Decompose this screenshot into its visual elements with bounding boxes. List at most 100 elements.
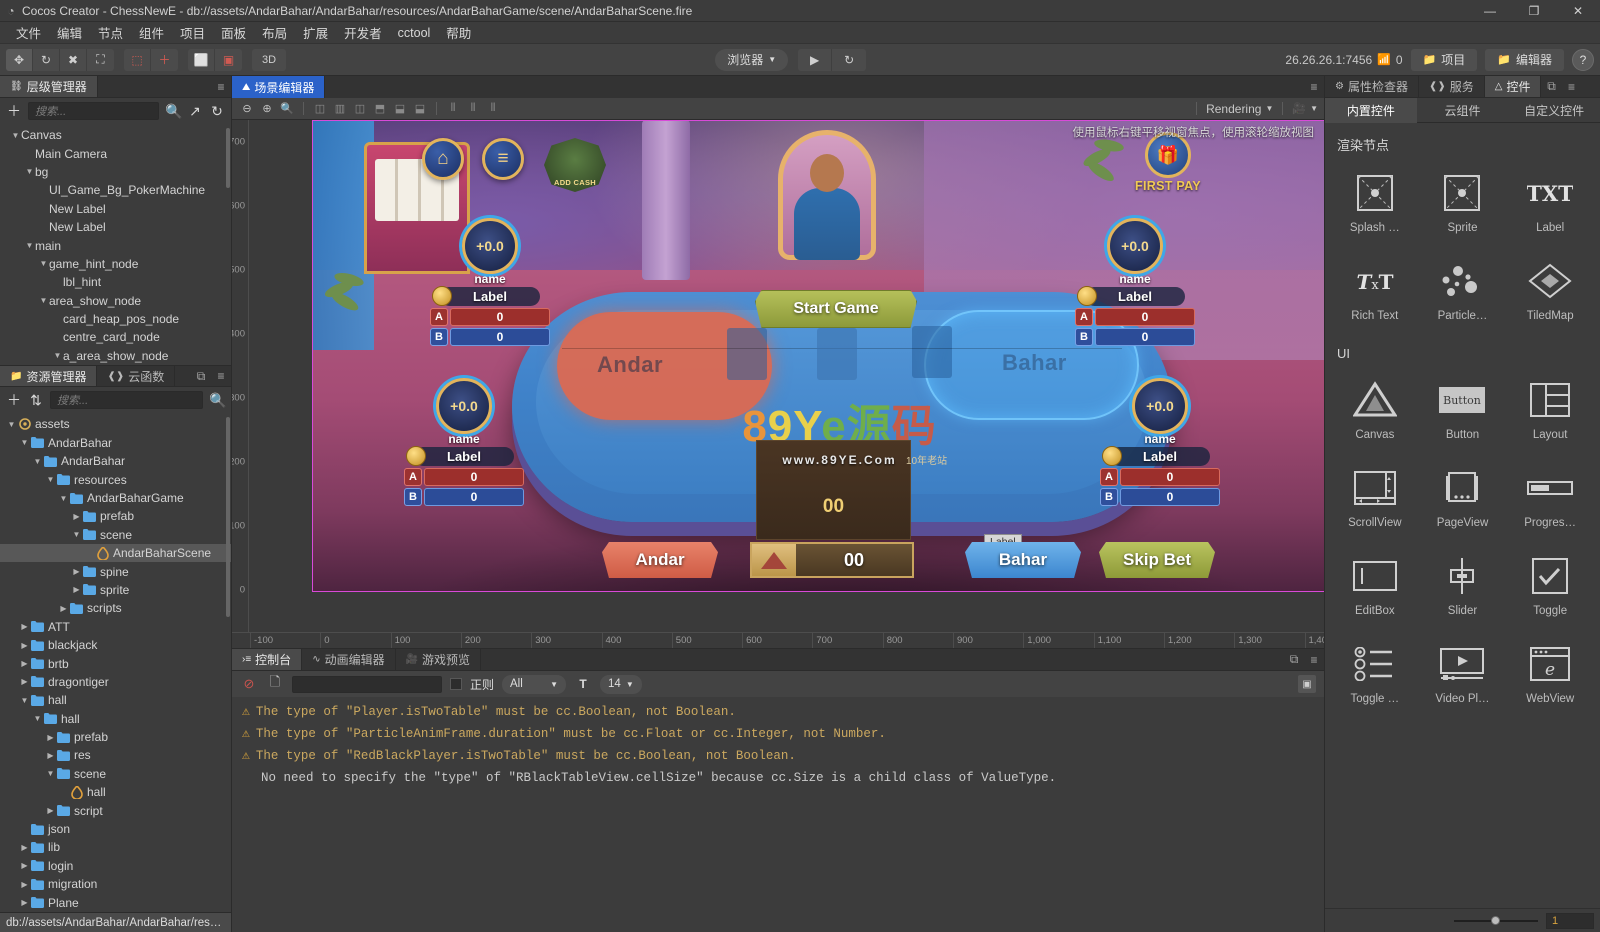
widget-item-pageview[interactable]: PageView bbox=[1419, 457, 1507, 541]
chevron-right-icon[interactable]: ▶ bbox=[71, 512, 82, 521]
widget-item-label[interactable]: TXTLabel bbox=[1506, 162, 1594, 246]
tab-cloud-function[interactable]: ❰❱ 云函数 bbox=[97, 366, 175, 386]
inspector-copy-icon[interactable]: ⧉ bbox=[1541, 76, 1561, 97]
asset-tree-item[interactable]: ▶spine bbox=[0, 562, 231, 580]
hierarchy-scrollbar[interactable] bbox=[226, 128, 230, 188]
chevron-down-icon[interactable]: ▼ bbox=[1265, 104, 1273, 113]
tab-widgets[interactable]: △ 控件 bbox=[1485, 76, 1542, 97]
skip-bet-button[interactable]: Skip Bet bbox=[1099, 542, 1215, 578]
asset-tree-item[interactable]: ▼hall bbox=[0, 691, 231, 709]
hierarchy-node[interactable]: centre_card_node bbox=[0, 328, 231, 346]
mode-3d-toggle[interactable]: 3D bbox=[252, 49, 286, 71]
chevron-down-icon[interactable]: ▼ bbox=[38, 296, 49, 305]
asset-tree-item[interactable]: ▶ATT bbox=[0, 618, 231, 636]
asset-tree-item[interactable]: ▶scripts bbox=[0, 599, 231, 617]
widget-item-canvas[interactable]: Canvas bbox=[1331, 369, 1419, 453]
align-right-icon[interactable]: ◫ bbox=[351, 100, 369, 118]
preview-target-select[interactable]: 浏览器 ▼ bbox=[715, 49, 788, 71]
subtab-builtin-widgets[interactable]: 内置控件 bbox=[1325, 98, 1417, 123]
chevron-right-icon[interactable]: ▶ bbox=[71, 585, 82, 594]
chevron-right-icon[interactable]: ▶ bbox=[19, 898, 30, 907]
menu-layout[interactable]: 布局 bbox=[254, 21, 295, 44]
asset-tree-item[interactable]: ▶login bbox=[0, 857, 231, 875]
menu-button[interactable]: ≡ bbox=[482, 138, 524, 180]
editor-button[interactable]: 📁 编辑器 bbox=[1485, 49, 1564, 71]
global-coord-icon[interactable]: ▣ bbox=[215, 49, 242, 71]
chevron-right-icon[interactable]: ▶ bbox=[71, 567, 82, 576]
tab-animation-editor[interactable]: ∿ 动画编辑器 bbox=[302, 649, 395, 670]
asset-tree-item[interactable]: hall bbox=[0, 783, 231, 801]
chevron-down-icon[interactable]: ▼ bbox=[19, 438, 30, 447]
chevron-down-icon[interactable]: ▼ bbox=[52, 351, 63, 360]
chevron-down-icon[interactable]: ▼ bbox=[24, 167, 35, 176]
hierarchy-node[interactable]: ▼game_hint_node bbox=[0, 255, 231, 273]
menu-help[interactable]: 帮助 bbox=[438, 21, 479, 44]
local-coord-icon[interactable]: ⬜ bbox=[188, 49, 215, 71]
console-filter-input[interactable] bbox=[292, 676, 442, 693]
chevron-down-icon[interactable]: ▼ bbox=[1310, 104, 1318, 113]
asset-tree-item[interactable]: ▶blackjack bbox=[0, 636, 231, 654]
andar-bet-button[interactable]: Andar bbox=[602, 542, 718, 578]
sync-icon[interactable]: ↻ bbox=[209, 103, 225, 120]
bet-amount-box[interactable]: 00 bbox=[750, 542, 914, 578]
rotate-tool-icon[interactable]: ↻ bbox=[33, 49, 60, 71]
chevron-right-icon[interactable]: ▶ bbox=[58, 604, 69, 613]
assets-menu-icon[interactable]: ≡ bbox=[211, 366, 231, 386]
asset-tree-item[interactable]: ▼hall bbox=[0, 710, 231, 728]
chevron-right-icon[interactable]: ▶ bbox=[19, 659, 30, 668]
inspector-menu-icon[interactable]: ≡ bbox=[1561, 76, 1581, 97]
tab-game-preview[interactable]: 🎥 游戏预览 bbox=[396, 649, 481, 670]
console-log-row[interactable]: ⚠The type of "Player.isTwoTable" must be… bbox=[232, 701, 1324, 723]
menu-edit[interactable]: 编辑 bbox=[49, 21, 90, 44]
scene-viewport[interactable]: 使用鼠标右键平移视窗焦点，使用滚轮缩放视图 700600500400300200… bbox=[232, 120, 1324, 648]
console-menu-icon[interactable]: ≡ bbox=[1304, 649, 1324, 670]
rendering-select-label[interactable]: Rendering bbox=[1206, 102, 1261, 116]
scene-menu-icon[interactable]: ≡ bbox=[1304, 76, 1324, 98]
pivot-anchor-icon[interactable]: ⬚ bbox=[124, 49, 151, 71]
chevron-right-icon[interactable]: ▶ bbox=[45, 751, 56, 760]
tab-assets[interactable]: 📁 资源管理器 bbox=[0, 366, 97, 386]
menu-cctool[interactable]: cctool bbox=[390, 24, 439, 42]
align-top-icon[interactable]: ⬒ bbox=[371, 100, 389, 118]
asset-tree-item[interactable]: ▶prefab bbox=[0, 728, 231, 746]
zoom-out-icon[interactable]: ⊖ bbox=[238, 100, 256, 118]
help-button[interactable]: ? bbox=[1572, 49, 1594, 71]
menu-panel[interactable]: 面板 bbox=[213, 21, 254, 44]
search-icon[interactable]: 🔍 bbox=[165, 103, 181, 120]
asset-tree-item[interactable]: ▼AndarBaharGame bbox=[0, 489, 231, 507]
console-copy-icon[interactable]: ⧉ bbox=[1284, 649, 1304, 670]
menu-file[interactable]: 文件 bbox=[8, 21, 49, 44]
menu-extension[interactable]: 扩展 bbox=[295, 21, 336, 44]
widget-item-sprite[interactable]: Sprite bbox=[1419, 162, 1507, 246]
widget-item-particle[interactable]: Particle… bbox=[1419, 250, 1507, 334]
chevron-down-icon[interactable]: ▼ bbox=[58, 494, 69, 503]
chevron-down-icon[interactable]: ▼ bbox=[45, 475, 56, 484]
asset-tree-item[interactable]: ▼assets bbox=[0, 415, 231, 433]
close-button[interactable]: ✕ bbox=[1556, 0, 1600, 22]
search-icon[interactable]: 🔍 bbox=[209, 392, 225, 409]
hierarchy-node[interactable]: UI_Game_Bg_PokerMachine bbox=[0, 181, 231, 199]
widget-item-scrollview[interactable]: ScrollView bbox=[1331, 457, 1419, 541]
add-asset-button[interactable]: ＋ bbox=[6, 390, 22, 410]
widget-item-editbox[interactable]: EditBox bbox=[1331, 545, 1419, 629]
chevron-down-icon[interactable]: ▼ bbox=[38, 259, 49, 268]
asset-tree-item[interactable]: ▶res bbox=[0, 746, 231, 764]
console-log-list[interactable]: ⚠The type of "Player.isTwoTable" must be… bbox=[232, 697, 1324, 932]
assets-tree[interactable]: ▼assets▼AndarBahar▼AndarBahar▼resources▼… bbox=[0, 413, 231, 912]
widget-item-slider[interactable]: Slider bbox=[1419, 545, 1507, 629]
asset-tree-item[interactable]: ▶brtb bbox=[0, 654, 231, 672]
log-level-select[interactable]: All ▼ bbox=[502, 675, 566, 694]
bahar-bet-button[interactable]: Bahar bbox=[965, 542, 1081, 578]
hierarchy-node[interactable]: ▼a_area_show_node bbox=[0, 347, 231, 365]
widget-item-toggle[interactable]: Toggle … bbox=[1331, 633, 1419, 717]
chevron-right-icon[interactable]: ▶ bbox=[45, 806, 56, 815]
assets-copy-icon[interactable]: ⧉ bbox=[191, 366, 211, 386]
scene-canvas[interactable]: ⌂ ≡ ADD CASH 🎁 FIRST PAY bbox=[249, 120, 1324, 632]
align-left-icon[interactable]: ◫ bbox=[311, 100, 329, 118]
chevron-down-icon[interactable]: ▼ bbox=[10, 131, 21, 140]
maximize-button[interactable]: ❐ bbox=[1512, 0, 1556, 22]
move-tool-icon[interactable]: ✥ bbox=[6, 49, 33, 71]
minimize-button[interactable]: — bbox=[1468, 0, 1512, 22]
asset-tree-item[interactable]: ▼scene bbox=[0, 765, 231, 783]
assets-search-input[interactable]: 搜索... bbox=[50, 391, 203, 409]
